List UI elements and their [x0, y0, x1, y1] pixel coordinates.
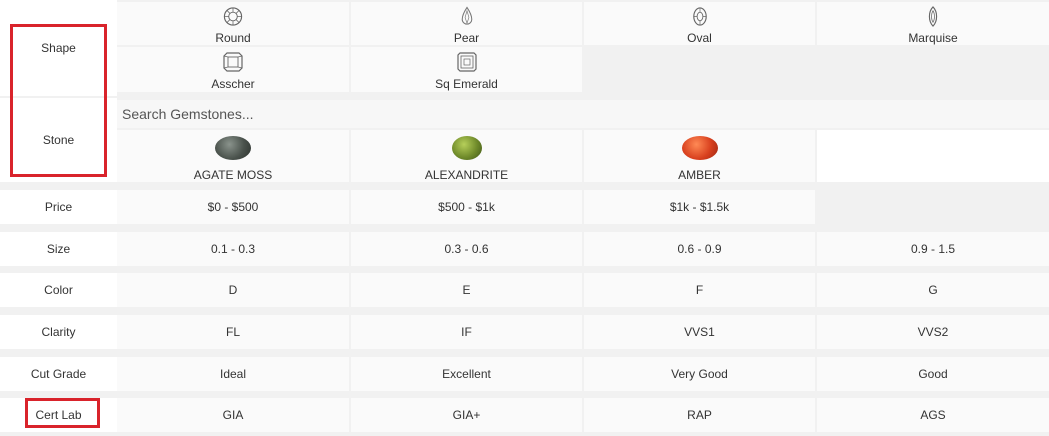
shape-option-pear[interactable]: Pear [351, 2, 582, 45]
color-option-text: G [928, 283, 938, 297]
cert-lab-option-text: RAP [687, 408, 712, 422]
cert-lab-label-text: Cert Lab [35, 408, 82, 422]
cert-lab-option-1[interactable]: GIA [117, 398, 349, 432]
shape-option-marquise[interactable]: Marquise [817, 2, 1049, 45]
cert-lab-option-2[interactable]: GIA+ [351, 398, 582, 432]
shape-option-asscher[interactable]: Asscher [117, 47, 349, 92]
color-label-text: Color [44, 283, 73, 297]
size-option-4[interactable]: 0.9 - 1.5 [817, 232, 1049, 266]
cut-grade-option-text: Good [918, 367, 948, 381]
cert-lab-option-4[interactable]: AGS [817, 398, 1049, 432]
cert-lab-option-3[interactable]: RAP [584, 398, 815, 432]
cert-lab-option-text: GIA+ [452, 408, 481, 422]
shape-label-pear: Pear [453, 31, 480, 45]
clarity-option-3[interactable]: VVS1 [584, 315, 815, 349]
size-option-3[interactable]: 0.6 - 0.9 [584, 232, 815, 266]
size-option-text: 0.6 - 0.9 [677, 242, 722, 256]
stone-label: Stone [0, 98, 117, 182]
marquise-diamond-icon [928, 6, 938, 27]
shape-label-marquise: Marquise [908, 31, 958, 45]
cut-grade-option-4[interactable]: Good [817, 357, 1049, 391]
color-option-text: F [695, 283, 704, 297]
agate-moss-gem-icon [215, 136, 251, 160]
shape-option-sq-emerald[interactable]: Sq Emerald [351, 47, 582, 92]
shape-label: Shape [0, 0, 117, 96]
shape-label-sq-emerald: Sq Emerald [435, 77, 498, 91]
price-option-1[interactable]: $0 - $500 [117, 190, 349, 224]
shape-label-text: Shape [41, 41, 76, 55]
clarity-option-text: VVS1 [684, 325, 715, 339]
shape-option-round[interactable]: Round [117, 2, 349, 45]
price-option-3[interactable]: $1k - $1.5k [584, 190, 815, 224]
clarity-label: Clarity [0, 315, 117, 349]
price-option-2[interactable]: $500 - $1k [351, 190, 582, 224]
cut-grade-option-1[interactable]: Ideal [117, 357, 349, 391]
color-option-2[interactable]: E [351, 273, 582, 307]
stone-label-amber: AMBER [678, 168, 721, 182]
clarity-option-1[interactable]: FL [117, 315, 349, 349]
cut-grade-option-text: Very Good [671, 367, 728, 381]
clarity-option-4[interactable]: VVS2 [817, 315, 1049, 349]
color-option-4[interactable]: G [817, 273, 1049, 307]
alexandrite-gem-icon [451, 136, 482, 160]
price-option-text: $1k - $1.5k [669, 200, 730, 214]
cut-grade-option-2[interactable]: Excellent [351, 357, 582, 391]
oval-diamond-icon [692, 7, 707, 26]
clarity-option-text: IF [461, 325, 472, 339]
stone-label-alexandrite: ALEXANDRITE [424, 168, 509, 182]
cert-lab-option-text: AGS [920, 408, 946, 422]
size-option-text: 0.1 - 0.3 [210, 242, 256, 256]
color-option-3[interactable]: F [584, 273, 815, 307]
color-option-1[interactable]: D [117, 273, 349, 307]
sq-emerald-diamond-icon [456, 52, 477, 72]
cert-lab-option-text: GIA [222, 408, 244, 422]
stone-empty-cell [817, 130, 1049, 182]
round-diamond-icon [223, 7, 243, 26]
size-option-text: 0.3 - 0.6 [444, 242, 489, 256]
size-label: Size [0, 232, 117, 266]
color-option-text: E [462, 283, 471, 297]
stone-option-alexandrite[interactable]: ALEXANDRITE [351, 130, 582, 182]
cut-grade-option-3[interactable]: Very Good [584, 357, 815, 391]
color-label: Color [0, 273, 117, 307]
stone-option-amber[interactable]: AMBER [584, 130, 815, 182]
size-option-2[interactable]: 0.3 - 0.6 [351, 232, 582, 266]
cut-grade-label-text: Cut Grade [30, 367, 87, 381]
clarity-label-text: Clarity [41, 325, 76, 339]
shape-label-asscher: Asscher [211, 77, 255, 91]
amber-gem-icon [681, 136, 718, 160]
clarity-option-2[interactable]: IF [351, 315, 582, 349]
shape-label-round: Round [215, 31, 251, 45]
shape-label-oval: Oval [687, 31, 712, 45]
price-label: Price [0, 190, 117, 224]
stone-label-agate-moss: AGATE MOSS [193, 168, 273, 182]
cut-grade-option-text: Ideal [219, 367, 247, 381]
stone-option-agate-moss[interactable]: AGATE MOSS [117, 130, 349, 182]
size-option-text: 0.9 - 1.5 [910, 242, 956, 256]
shape-option-oval[interactable]: Oval [584, 2, 815, 45]
pear-diamond-icon [461, 6, 472, 25]
asscher-diamond-icon [223, 52, 243, 72]
cert-lab-label: Cert Lab [0, 398, 117, 432]
color-option-text: D [228, 283, 238, 297]
cut-grade-label: Cut Grade [0, 357, 117, 391]
price-label-text: Price [44, 200, 73, 214]
size-option-1[interactable]: 0.1 - 0.3 [117, 232, 349, 266]
price-option-text: $500 - $1k [438, 200, 495, 214]
size-label-text: Size [46, 242, 71, 256]
clarity-option-text: FL [225, 325, 240, 339]
stone-label-text: Stone [42, 133, 75, 147]
clarity-option-text: VVS2 [917, 325, 949, 339]
search-gemstones-input[interactable] [117, 100, 1049, 128]
cut-grade-option-text: Excellent [442, 367, 491, 381]
price-option-text: $0 - $500 [207, 200, 259, 214]
